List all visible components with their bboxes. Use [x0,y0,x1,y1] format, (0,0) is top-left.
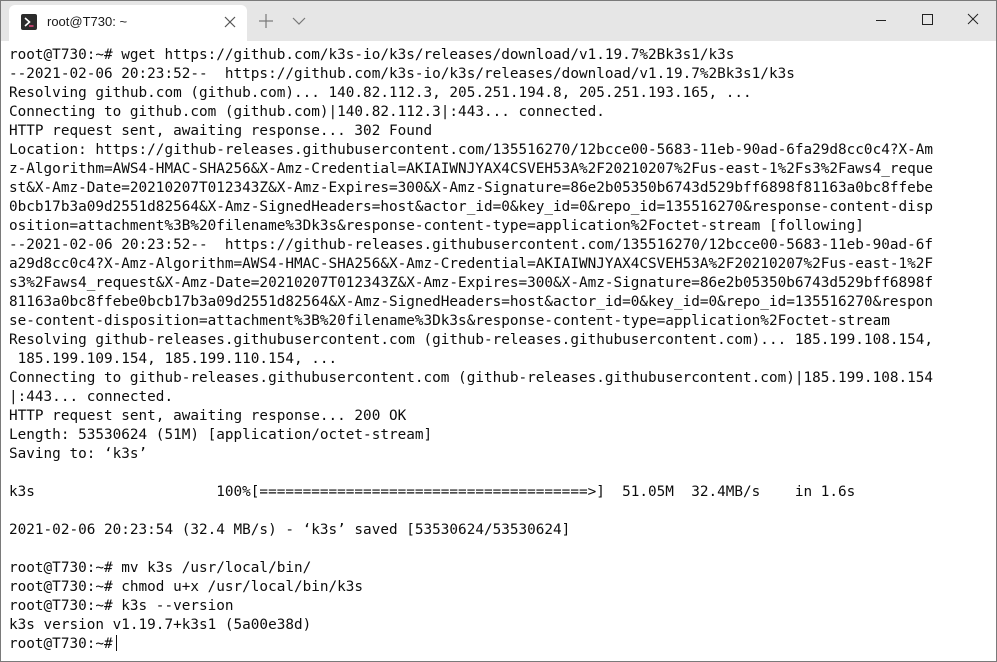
terminal-line: 185.199.109.154, 185.199.110.154, ... [9,351,338,367]
terminal-line: root@T730:~# wget https://github.com/k3s… [9,47,735,63]
terminal-line: Connecting to github-releases.githubuser… [9,370,934,386]
terminal-line: se-content-disposition=attachment%3B%20f… [9,313,890,329]
tab-root-t730[interactable]: root@T730: ~ [9,5,247,41]
terminal-line: 0bcb17b3a09d2551d82564&X-Amz-SignedHeade… [9,199,934,215]
close-icon[interactable] [950,1,996,41]
minimize-icon[interactable] [858,1,904,41]
maximize-icon[interactable] [904,1,950,41]
terminal-prompt-line[interactable]: root@T730:~# [9,635,933,654]
terminal-line: a29d8cc0c4?X-Amz-Algorithm=AWS4-HMAC-SHA… [9,256,934,272]
terminal-line: st&X-Amz-Date=20210207T012343Z&X-Amz-Exp… [9,180,934,196]
terminal-prompt: root@T730:~# [9,636,113,652]
powershell-prompt-icon [21,14,37,30]
terminal-line: Resolving github-releases.githubusercont… [9,332,934,348]
terminal-line: HTTP request sent, awaiting response... … [9,123,433,139]
terminal-line: k3s 100%[===============================… [9,484,856,500]
terminal-lines: root@T730:~# wget https://github.com/k3s… [9,46,933,654]
terminal-line: |:443... connected. [9,389,174,405]
terminal-line: Saving to: ‘k3s’ [9,446,148,462]
tab-close-icon[interactable] [219,11,241,33]
terminal-line: --2021-02-06 20:23:52-- https://github.c… [9,66,795,82]
terminal-line: root@T730:~# chmod u+x /usr/local/bin/k3… [9,579,364,595]
terminal-line: 2021-02-06 20:23:54 (32.4 MB/s) - ‘k3s’ … [9,522,571,538]
terminal-line: k3s version v1.19.7+k3s1 (5a00e38d) [9,617,312,633]
terminal-line: Location: https://github-releases.github… [9,142,934,158]
terminal-line: z-Algorithm=AWS4-HMAC-SHA256&X-Amz-Crede… [9,161,934,177]
terminal-output[interactable]: root@T730:~# wget https://github.com/k3s… [1,41,996,661]
tab-dropdown-chevron-down-icon[interactable] [287,9,311,33]
new-tab-plus-icon[interactable] [254,9,278,33]
terminal-line: s3%2Faws4_request&X-Amz-Date=20210207T01… [9,275,934,291]
terminal-line: Connecting to github.com (github.com)|14… [9,104,605,120]
text-cursor [115,635,117,651]
tab-title: root@T730: ~ [47,14,128,29]
terminal-line: root@T730:~# mv k3s /usr/local/bin/ [9,560,312,576]
terminal-line: Resolving github.com (github.com)... 140… [9,85,752,101]
terminal-line: 81163a0bc8ffebe0bcb17b3a09d2551d82564&X-… [9,294,934,310]
terminal-line: --2021-02-06 20:23:52-- https://github-r… [9,237,934,253]
terminal-line: HTTP request sent, awaiting response... … [9,408,407,424]
title-bar[interactable]: root@T730: ~ [1,1,996,41]
terminal-line: Length: 53530624 (51M) [application/octe… [9,427,433,443]
terminal-window: root@T730: ~ root@T730:~# wget https://g… [0,0,997,662]
terminal-line: osition=attachment%3B%20filename%3Dk3s&r… [9,218,864,234]
terminal-line: root@T730:~# k3s --version [9,598,234,614]
